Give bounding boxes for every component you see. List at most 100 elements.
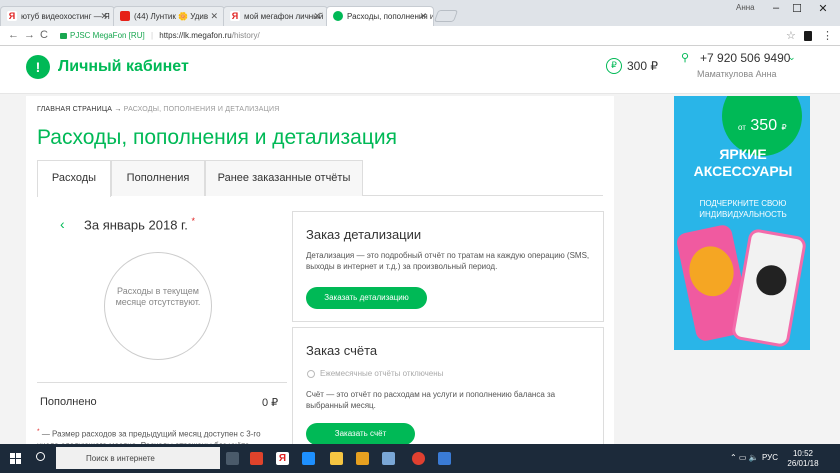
footnote-asterisk: * [191, 216, 195, 226]
breadcrumb-arrow-icon: → [114, 106, 122, 113]
invoice-order-panel: Заказ счёта Ежемесячные отчёты отключены… [292, 327, 604, 444]
breadcrumb-current: РАСХОДЫ, ПОПОЛНЕНИЯ И ДЕТАЛИЗАЦИЯ [123, 106, 280, 113]
tab-topups[interactable]: Пополнения [111, 160, 205, 196]
app-icon[interactable] [438, 452, 451, 465]
user-icon: ⚲ [681, 52, 690, 64]
reload-button[interactable]: C [40, 29, 48, 41]
tab-expenses[interactable]: Расходы [37, 160, 111, 197]
tray-icons[interactable]: ⌃ ▭ 🔈 [730, 453, 759, 462]
divider [37, 382, 287, 383]
edge-icon[interactable] [302, 452, 315, 465]
phone-case-image [730, 227, 808, 349]
site-header: ! Личный кабинет ₽ 300 ₽ ⚲ +7 920 506 94… [0, 46, 840, 94]
site-logo-text[interactable]: Личный кабинет [58, 58, 189, 76]
order-invoice-button[interactable]: Заказать счёт [306, 423, 415, 444]
app-icon[interactable] [356, 452, 369, 465]
monthly-reports-label: Ежемесячные отчёты отключены [320, 369, 444, 378]
browser-profile-name[interactable]: Анна [736, 3, 755, 12]
windows-taskbar: Поиск в интернете Я ⌃ ▭ 🔈 РУС 10:52 26/0… [0, 444, 840, 473]
clock[interactable]: 10:52 26/01/18 [786, 449, 820, 469]
ad-headline: ЯРКИЕ АКСЕССУАРЫ [693, 146, 793, 179]
footnote-mark: * [37, 428, 40, 435]
maximize-button[interactable]: ☐ [789, 2, 805, 15]
breadcrumb: ГЛАВНАЯ СТРАНИЦА → РАСХОДЫ, ПОПОЛНЕНИЯ И… [37, 106, 280, 113]
clock-date: 26/01/18 [787, 459, 819, 468]
new-tab-button[interactable] [433, 10, 459, 22]
task-view-icon[interactable] [226, 452, 239, 465]
ad-subline: ПОДЧЕРКНИТЕ СВОЮ ИНДИВИДУАЛЬНОСТЬ [699, 199, 787, 219]
address-bar-row: ← → C PJSC MegaFon [RU] | https://lk.meg… [0, 26, 840, 46]
back-button[interactable]: ← [8, 29, 19, 41]
explorer-folder-icon[interactable] [330, 452, 343, 465]
order-detail-button[interactable]: Заказать детализацию [306, 287, 427, 309]
browser-tab[interactable]: Я мой мегафон личный к ✕ [223, 6, 328, 26]
forward-button[interactable]: → [24, 29, 35, 41]
footnote: * — Размер расходов за предыдущий месяц … [37, 426, 282, 444]
lock-icon [60, 33, 67, 39]
phone-number[interactable]: +7 920 506 9490 [700, 51, 790, 65]
ad-banner[interactable]: от 350 ₽ ЯРКИЕ АКСЕССУАРЫ ПОДЧЕРКНИТЕ СВ… [674, 96, 810, 350]
browser-menu-icon[interactable]: ⋮ [822, 29, 833, 42]
url-path: /history/ [231, 31, 260, 40]
page-viewport: ! Личный кабинет ₽ 300 ₽ ⚲ +7 920 506 94… [0, 46, 840, 444]
minimize-button[interactable]: – [768, 2, 784, 14]
yandex-browser-icon[interactable]: Я [276, 452, 289, 465]
close-tab-icon[interactable]: ✕ [313, 11, 321, 22]
monthly-reports-radio[interactable] [307, 370, 315, 378]
browser-tab-title: (44) Лунтик 🌼 Удив [134, 12, 209, 21]
detail-order-title: Заказ детализации [306, 227, 422, 242]
megafon-icon [333, 11, 343, 21]
footnote-text: — Размер расходов за предыдущий месяц до… [37, 429, 261, 444]
windows-start-icon[interactable] [10, 453, 21, 464]
ad-price-prefix: от [738, 123, 746, 132]
yandex-icon: Я [230, 11, 240, 21]
chrome-icon[interactable] [412, 452, 425, 465]
month-label: За январь 2018 г. * [84, 216, 195, 232]
ad-price-value: 350 [750, 117, 778, 134]
taskbar-search-input[interactable]: Поиск в интернете [56, 447, 220, 469]
ruble-icon: ₽ [606, 58, 622, 74]
clock-time: 10:52 [792, 449, 814, 458]
detail-order-description: Детализация — это подробный отчёт по тра… [306, 251, 590, 271]
topup-value: 0 ₽ [262, 397, 279, 409]
yandex-icon: Я [7, 11, 17, 21]
tab-bar: Расходы Пополнения Ранее заказанные отчё… [37, 160, 603, 197]
youtube-icon [120, 11, 130, 21]
chevron-down-icon[interactable]: ⌄ [788, 52, 796, 63]
close-tab-icon[interactable]: ✕ [419, 11, 427, 22]
store-icon[interactable] [250, 452, 263, 465]
app-icon[interactable] [382, 452, 395, 465]
megafon-logo-icon[interactable]: ! [26, 55, 50, 79]
invoice-order-description: Счёт — это отчёт по расходам на услуги и… [306, 390, 556, 410]
search-icon [36, 452, 45, 461]
page-title: Расходы, пополнения и детализация [37, 126, 397, 149]
ad-price: от 350 ₽ [738, 117, 787, 135]
bookmark-star-icon[interactable]: ☆ [786, 29, 796, 42]
url-field[interactable]: PJSC MegaFon [RU] | https://lk.megafon.r… [56, 28, 776, 44]
close-window-button[interactable]: ✕ [815, 2, 831, 15]
balance-amount[interactable]: 300 ₽ [627, 59, 658, 73]
browser-tab[interactable]: Я ютуб видеохостинг — Я ✕ [0, 6, 115, 26]
tab-previous-reports[interactable]: Ранее заказанные отчёты [205, 160, 363, 196]
browser-tab-active[interactable]: Расходы, пополнения и ✕ [326, 6, 434, 26]
detail-order-panel: Заказ детализации Детализация — это подр… [292, 211, 604, 322]
expenses-empty-circle: Расходы в текущем месяце отсутствуют. [104, 252, 212, 360]
browser-tab-title: ютуб видеохостинг — Я [21, 12, 110, 21]
close-tab-icon[interactable]: ✕ [210, 11, 218, 22]
extension-icon[interactable] [804, 31, 812, 41]
browser-tab[interactable]: (44) Лунтик 🌼 Удив ✕ [113, 6, 225, 26]
previous-month-arrow-icon[interactable]: ‹ [60, 216, 65, 232]
security-label: PJSC MegaFon [RU] [70, 31, 145, 40]
month-text: За январь 2018 г. [84, 217, 188, 233]
breadcrumb-home-link[interactable]: ГЛАВНАЯ СТРАНИЦА [37, 106, 112, 113]
ad-price-unit: ₽ [781, 123, 787, 132]
main-card: ГЛАВНАЯ СТРАНИЦА → РАСХОДЫ, ПОПОЛНЕНИЯ И… [26, 96, 614, 444]
invoice-order-title: Заказ счёта [306, 343, 378, 358]
url-base: https://lk.megafon.ru [159, 31, 232, 40]
browser-tab-strip: Я ютуб видеохостинг — Я ✕ (44) Лунтик 🌼 … [0, 0, 840, 26]
mouse-illustration [753, 262, 789, 298]
account-holder-name: Маматкулова Анна [697, 69, 777, 79]
lion-illustration [684, 242, 739, 301]
close-tab-icon[interactable]: ✕ [100, 11, 108, 22]
language-indicator[interactable]: РУС [762, 453, 778, 462]
